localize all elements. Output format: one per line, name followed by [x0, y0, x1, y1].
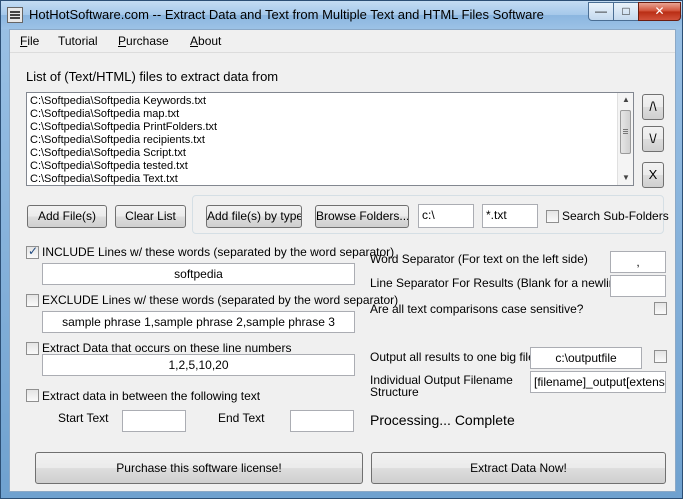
include-checkbox[interactable] — [26, 244, 39, 259]
menu-purchase-mnemonic: P — [118, 34, 127, 48]
start-text-field[interactable] — [122, 410, 186, 432]
file-list-heading: List of (Text/HTML) files to extract dat… — [26, 69, 279, 84]
browse-folders-button[interactable]: Browse Folders... — [315, 205, 409, 228]
filename-structure-label-2: Structure — [370, 385, 419, 399]
purchase-license-button[interactable]: Purchase this software license! — [35, 452, 363, 484]
line-numbers-label: Extract Data that occurs on these line n… — [42, 341, 292, 355]
file-type-field[interactable]: *.txt — [482, 204, 538, 228]
title-bar[interactable]: HotHotSoftware.com -- Extract Data and T… — [1, 1, 682, 29]
end-text-label: End Text — [218, 411, 265, 425]
document-lines-icon — [7, 7, 23, 23]
status-text: Processing... Complete — [370, 412, 515, 428]
filename-structure-field[interactable]: [filename]_output[extension] — [530, 371, 666, 393]
list-item[interactable]: C:\Softpedia\Softpedia Text.txt — [30, 173, 610, 186]
include-label: INCLUDE Lines w/ these words (separated … — [42, 245, 395, 259]
include-words-field[interactable]: softpedia — [42, 263, 355, 285]
scroll-down-arrow-icon[interactable]: ▼ — [618, 171, 634, 185]
line-numbers-field[interactable]: 1,2,5,10,20 — [42, 354, 355, 376]
menu-about[interactable]: About — [190, 34, 221, 48]
list-scrollbar[interactable]: ▲ ▼ — [617, 93, 633, 185]
add-by-type-button[interactable]: Add file(s) by type — [206, 205, 302, 228]
add-files-button[interactable]: Add File(s) — [27, 205, 107, 228]
word-separator-label: Word Separator (For text on the left sid… — [370, 252, 588, 266]
exclude-label: EXCLUDE Lines w/ these words (separated … — [42, 293, 399, 307]
menu-bar: File Tutorial Purchase About — [10, 30, 675, 53]
list-item[interactable]: C:\Softpedia\Softpedia Keywords.txt — [30, 95, 610, 108]
search-subfolders-label: Search Sub-Folders — [562, 209, 669, 223]
case-sensitive-label: Are all text comparisons case sensitive? — [370, 302, 584, 316]
scroll-up-arrow-icon[interactable]: ▲ — [618, 93, 634, 107]
list-item[interactable]: C:\Softpedia\Softpedia PrintFolders.txt — [30, 121, 610, 134]
scroll-thumb[interactable] — [620, 110, 631, 154]
menu-about-mnemonic: A — [190, 34, 199, 48]
exclude-checkbox[interactable] — [26, 294, 39, 307]
move-up-button[interactable]: /\ — [642, 94, 664, 120]
line-separator-field[interactable] — [610, 275, 666, 297]
close-button[interactable]: ✕ — [638, 2, 681, 21]
menu-file[interactable]: File — [20, 34, 39, 48]
search-subfolders-checkbox[interactable] — [546, 210, 559, 223]
window-title: HotHotSoftware.com -- Extract Data and T… — [29, 7, 544, 22]
between-label: Extract data in between the following te… — [42, 389, 261, 403]
list-item[interactable]: C:\Softpedia\Softpedia tested.txt — [30, 160, 610, 173]
line-numbers-checkbox[interactable] — [26, 342, 39, 355]
clear-list-button[interactable]: Clear List — [115, 205, 186, 228]
menu-file-rest: ile — [27, 34, 40, 48]
minimize-button[interactable]: — — [588, 2, 614, 21]
menu-about-rest: bout — [198, 34, 222, 48]
list-item[interactable]: C:\Softpedia\Softpedia map.txt — [30, 108, 610, 121]
exclude-words-field[interactable]: sample phrase 1,sample phrase 2,sample p… — [42, 311, 355, 333]
menu-purchase-rest: urchase — [126, 34, 169, 48]
file-listbox[interactable]: C:\Softpedia\Softpedia Keywords.txt C:\S… — [26, 92, 634, 186]
word-separator-field[interactable]: , — [610, 251, 666, 273]
maximize-button[interactable]: □ — [613, 2, 639, 21]
output-file-field[interactable]: c:\outputfile — [530, 347, 642, 369]
menu-tutorial[interactable]: Tutorial — [58, 34, 98, 48]
list-item[interactable]: C:\Softpedia\Softpedia Script.txt — [30, 147, 610, 160]
app-window: HotHotSoftware.com -- Extract Data and T… — [0, 0, 683, 499]
client-area: File Tutorial Purchase About List of (Te… — [9, 29, 676, 492]
end-text-field[interactable] — [290, 410, 354, 432]
extract-data-button[interactable]: Extract Data Now! — [371, 452, 666, 484]
start-text-label: Start Text — [58, 411, 109, 425]
menu-purchase[interactable]: Purchase — [118, 34, 169, 48]
one-file-label: Output all results to one big file? — [370, 350, 542, 364]
list-item[interactable]: C:\Softpedia\Softpedia recipients.txt — [30, 134, 610, 147]
move-down-button[interactable]: \/ — [642, 126, 664, 152]
one-file-checkbox[interactable] — [654, 350, 667, 363]
between-checkbox[interactable] — [26, 389, 39, 402]
case-sensitive-checkbox[interactable] — [654, 302, 667, 315]
remove-file-button[interactable]: X — [642, 162, 664, 188]
folder-path-field[interactable]: c:\ — [418, 204, 474, 228]
line-separator-label: Line Separator For Results (Blank for a … — [370, 276, 627, 290]
file-list-items: C:\Softpedia\Softpedia Keywords.txt C:\S… — [30, 95, 610, 186]
